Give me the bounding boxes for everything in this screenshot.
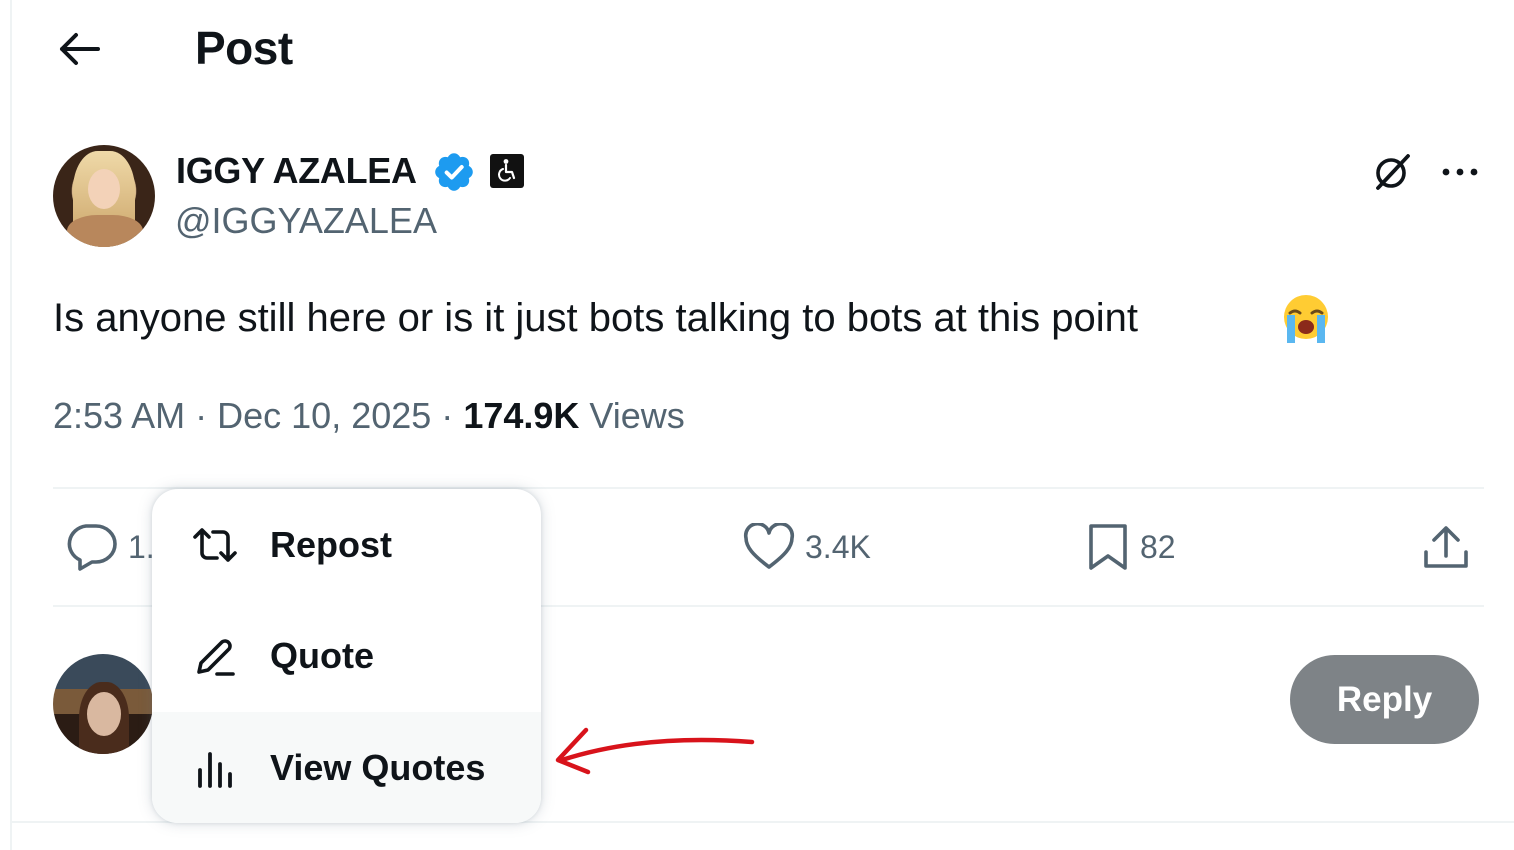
meta-separator: · (441, 395, 454, 436)
grok-icon (1376, 154, 1410, 190)
bookmark-count: 82 (1140, 528, 1176, 565)
menu-item-label: View Quotes (270, 746, 486, 788)
arrow-left-icon (60, 33, 100, 65)
bar-chart-icon (190, 743, 240, 793)
reply-count: 1. (128, 528, 155, 565)
column-border (10, 0, 12, 850)
author-handle[interactable]: @IGGYAZALEA (175, 200, 437, 242)
comment-icon (67, 524, 117, 571)
menu-item-label: Repost (270, 523, 393, 565)
repost-menu: Repost Quote View Quotes (152, 489, 541, 823)
back-button[interactable] (52, 22, 106, 76)
reply-action-button[interactable]: 1. (64, 519, 155, 575)
loudly-crying-face-emoji (1284, 295, 1328, 343)
like-action-button[interactable]: 3.4K (743, 519, 871, 575)
pencil-icon (190, 631, 240, 681)
share-icon (1424, 526, 1468, 568)
repost-icon (190, 520, 240, 570)
share-action-button[interactable] (1421, 519, 1471, 575)
bookmark-action-button[interactable]: 82 (1086, 519, 1176, 575)
page: Post IGGY AZALEA @IGGYAZALEA Is anyone s… (0, 0, 1514, 850)
current-user-avatar[interactable] (53, 654, 153, 754)
annotation-arrow (555, 727, 755, 775)
meta-separator: · (195, 395, 208, 436)
menu-item-view-quotes[interactable]: View Quotes (152, 712, 541, 823)
tweet-date[interactable]: Dec 10, 2025 (217, 395, 431, 436)
more-options-button[interactable] (1436, 150, 1484, 194)
views-count: 174.9K (463, 395, 580, 436)
tweet-text: Is anyone still here or is it just bots … (53, 296, 1138, 340)
author-avatar[interactable] (53, 145, 155, 247)
author-name[interactable]: IGGY AZALEA (176, 150, 417, 192)
tweet-time[interactable]: 2:53 AM (53, 395, 185, 436)
menu-item-repost[interactable]: Repost (152, 489, 541, 600)
page-title: Post (195, 22, 293, 74)
more-horizontal-icon (1442, 168, 1478, 176)
menu-item-quote[interactable]: Quote (152, 600, 541, 711)
like-count: 3.4K (805, 528, 871, 565)
menu-item-label: Quote (270, 634, 374, 676)
views-label: Views (589, 395, 685, 436)
bookmark-icon (1089, 524, 1127, 570)
tweet-meta: 2:53 AM · Dec 10, 2025 · 174.9K Views (53, 395, 685, 437)
verified-badge-icon[interactable] (432, 150, 476, 194)
wheelchair-symbol-icon[interactable] (490, 154, 524, 188)
grok-button[interactable] (1368, 148, 1416, 196)
reply-button[interactable]: Reply (1290, 655, 1479, 744)
heart-icon (743, 523, 795, 569)
